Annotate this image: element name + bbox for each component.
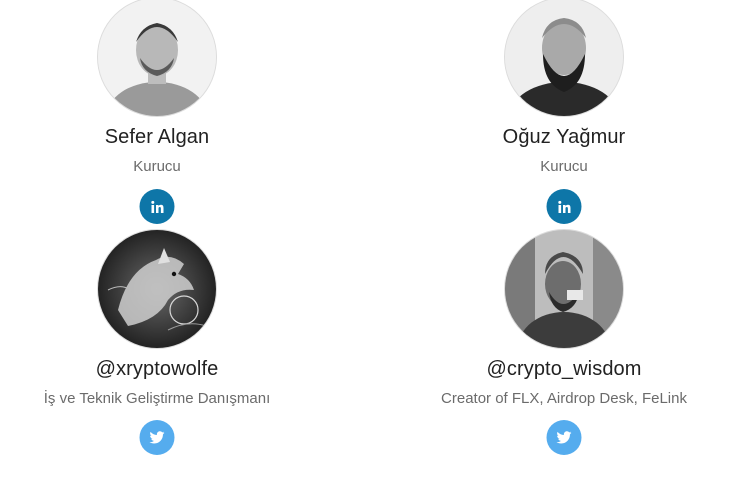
avatar (98, 0, 216, 116)
twitter-button[interactable] (546, 420, 582, 455)
linkedin-icon (150, 200, 163, 213)
person-photo-icon (505, 230, 623, 348)
twitter-icon (149, 431, 165, 444)
linkedin-icon (557, 200, 570, 213)
member-role: Kurucu (133, 158, 181, 175)
member-role: Creator of FLX, Airdrop Desk, FeLink (441, 390, 687, 407)
linkedin-button[interactable] (139, 189, 175, 224)
avatar (505, 0, 623, 116)
twitter-icon (556, 431, 572, 444)
member-name: Sefer Algan (104, 126, 210, 148)
person-photo-icon (505, 0, 623, 116)
twitter-button[interactable] (139, 420, 175, 455)
member-role: Kurucu (540, 158, 588, 175)
linkedin-button[interactable] (546, 189, 582, 224)
member-name: Oğuz Yağmur (502, 126, 626, 148)
person-photo-icon (98, 0, 216, 116)
member-role: İş ve Teknik Geliştirme Danışmanı (43, 390, 271, 407)
member-name: @xryptowolfe (95, 358, 219, 380)
member-name: @crypto_wisdom (486, 358, 642, 380)
avatar (505, 230, 623, 348)
avatar (98, 230, 216, 348)
wolf-art-icon (98, 230, 216, 348)
